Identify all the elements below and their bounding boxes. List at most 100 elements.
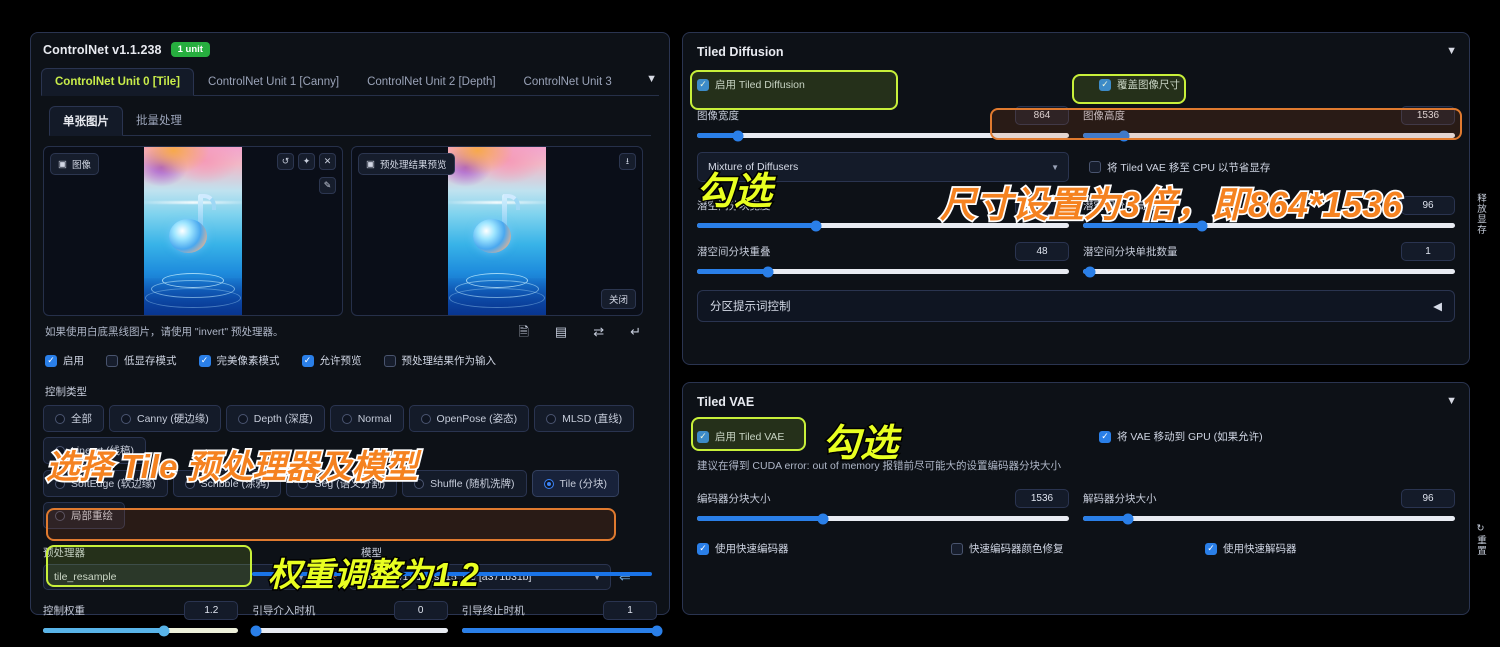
tab-batch[interactable]: 批量处理: [123, 106, 195, 136]
source-image-dropzone[interactable]: ▣ 图像 ↺ ✦ ✕ ✎: [43, 146, 343, 316]
encoder-tile-value[interactable]: 1536: [1015, 489, 1069, 508]
swap-models-icon[interactable]: ⇐: [619, 569, 631, 586]
chevron-down-icon[interactable]: ▼: [1446, 395, 1457, 407]
control-weight-slider[interactable]: 控制权重 1.2: [43, 601, 239, 636]
tab-unit-3[interactable]: ControlNet Unit 3: [510, 68, 626, 96]
tab-unit-1[interactable]: ControlNet Unit 1 [Canny]: [194, 68, 353, 96]
guidance-start-value[interactable]: 0: [393, 601, 448, 620]
checkbox-lowvram[interactable]: 低显存模式: [106, 353, 177, 368]
slider-track[interactable]: [43, 625, 239, 636]
camera-icon[interactable]: ▤: [555, 325, 567, 338]
checkbox-pixel-perfect[interactable]: ✓ 完美像素模式: [198, 353, 280, 368]
latent-tile-height-slider[interactable]: 潜空间分块高度 96: [1083, 196, 1455, 231]
return-icon[interactable]: ↵: [630, 325, 641, 338]
control-type-mlsd[interactable]: MLSD (直线): [534, 405, 635, 432]
slider-track[interactable]: [1083, 513, 1455, 524]
guidance-start-slider[interactable]: 引导介入时机 0: [250, 601, 448, 636]
erase-icon[interactable]: ✦: [298, 153, 315, 170]
guidance-end-slider[interactable]: 引导终止时机 1: [461, 601, 663, 636]
chevron-down-icon[interactable]: ▼: [646, 73, 657, 85]
control-type-softedge[interactable]: SoftEdge (软边缘): [43, 470, 168, 497]
control-type-label: 控制类型: [45, 386, 87, 398]
checkbox-preprocess-as-input[interactable]: 预处理结果作为输入: [383, 353, 496, 368]
image-height-slider[interactable]: 图像高度 1536: [1083, 106, 1455, 141]
tab-unit-2[interactable]: ControlNet Unit 2 [Depth]: [353, 68, 509, 96]
tiled-vae-options: ✓ 使用快速编码器 快速编码器颜色修复 ✓ 使用快速解码器: [697, 541, 1455, 556]
image-areas: ▣ 图像 ↺ ✦ ✕ ✎ ▣ 预处理结果预览 ⭳ 关闭: [43, 146, 657, 316]
control-type-row-2: SoftEdge (软边缘) Scribble (涂鸦) Seg (语义分割) …: [43, 470, 657, 529]
latent-tile-height-value[interactable]: 96: [1401, 196, 1455, 215]
close-icon[interactable]: ✕: [319, 153, 336, 170]
region-prompt-control-accordion[interactable]: 分区提示词控制 ◀: [697, 290, 1455, 322]
control-type-all[interactable]: 全部: [43, 405, 104, 432]
radio-label: 局部重绘: [71, 510, 113, 522]
radio-label: Scribble (涂鸦): [200, 478, 270, 490]
chevron-down-icon[interactable]: ▼: [1446, 45, 1457, 57]
control-type-canny[interactable]: Canny (硬边缘): [109, 405, 221, 432]
tab-unit-0[interactable]: ControlNet Unit 0 [Tile]: [41, 68, 195, 96]
checkbox-enable[interactable]: ✓ 启用: [45, 353, 84, 368]
file-icon[interactable]: 🗎: [518, 325, 528, 338]
control-type-tile[interactable]: Tile (分块): [531, 470, 619, 497]
tiling-method-select[interactable]: Mixture of Diffusers ▼: [697, 152, 1069, 182]
latent-tile-overlap-value[interactable]: 48: [1015, 242, 1069, 261]
preprocess-preview-box[interactable]: ▣ 预处理结果预览 ⭳ 关闭: [351, 146, 643, 316]
slider-track[interactable]: [697, 220, 1069, 231]
control-type-normal[interactable]: Normal: [329, 405, 404, 432]
checkbox-move-vae-to-gpu[interactable]: ✓ 将 VAE 移动到 GPU (如果允许): [1099, 429, 1263, 444]
checkbox-fast-decoder[interactable]: ✓ 使用快速解码器: [1205, 541, 1297, 556]
slider-track[interactable]: [1083, 266, 1455, 277]
slider-track[interactable]: [250, 625, 448, 636]
control-type-scribble[interactable]: Scribble (涂鸦): [172, 470, 282, 497]
free-vram-button[interactable]: 释放显存: [1475, 193, 1486, 235]
checkbox-fast-encoder-color-fix[interactable]: 快速编码器颜色修复: [951, 541, 1205, 556]
checkbox-fast-encoder[interactable]: ✓ 使用快速编码器: [697, 541, 951, 556]
controlnet-panel: ControlNet v1.1.238 1 unit ▼ ControlNet …: [30, 32, 670, 636]
latent-tile-overlap-slider[interactable]: 潜空间分块重叠 48: [697, 242, 1069, 277]
checkbox-label: 启用: [63, 355, 84, 367]
checkbox-box: [106, 354, 118, 367]
tab-single-image[interactable]: 单张图片: [49, 106, 123, 136]
slider-track[interactable]: [461, 625, 663, 636]
control-type-seg[interactable]: Seg (语义分割): [286, 470, 398, 497]
control-type-openpose[interactable]: OpenPose (姿态): [408, 405, 530, 432]
preprocessor-select[interactable]: tile_resample ▼: [43, 564, 315, 590]
guidance-end-label: 引导终止时机: [461, 605, 525, 617]
control-type-lineart[interactable]: Lineart (线稿): [43, 437, 147, 464]
undo-icon[interactable]: ↺: [277, 153, 294, 170]
swap-icon[interactable]: ⇄: [593, 325, 604, 338]
checkbox-move-to-cpu[interactable]: 将 Tiled VAE 移至 CPU 以节省显存: [1089, 160, 1270, 175]
reset-button[interactable]: ↻重置: [1475, 523, 1486, 556]
checkbox-override-image-size[interactable]: ✓ 覆盖图像尺寸: [1099, 77, 1180, 92]
checkbox-enable-tiled-vae[interactable]: ✓ 启用 Tiled VAE: [697, 429, 1099, 444]
guidance-end-value[interactable]: 1: [602, 601, 657, 620]
latent-tile-width-value[interactable]: 96: [1015, 196, 1069, 215]
decoder-tile-value[interactable]: 96: [1401, 489, 1455, 508]
edit-icon[interactable]: ✎: [319, 177, 336, 194]
close-preview-button[interactable]: 关闭: [600, 289, 636, 309]
latent-tile-batch-value[interactable]: 1: [1401, 242, 1455, 261]
slider-track[interactable]: [1083, 220, 1455, 231]
latent-tile-batch-slider[interactable]: 潜空间分块单批数量 1: [1083, 242, 1455, 277]
image-height-value[interactable]: 1536: [1401, 106, 1455, 125]
checkbox-enable-tiled-diffusion[interactable]: ✓ 启用 Tiled Diffusion: [697, 77, 1099, 92]
latent-tile-height-label: 潜空间分块高度: [1083, 200, 1157, 212]
image-width-slider[interactable]: 图像宽度 864: [697, 106, 1069, 141]
control-type-inpaint[interactable]: 局部重绘: [43, 502, 125, 529]
tiled-vae-hint: 建议在得到 CUDA error: out of memory 报错前尽可能大的…: [697, 460, 1062, 472]
run-preprocessor-button[interactable]: ✳: [315, 569, 349, 585]
slider-track[interactable]: [697, 513, 1069, 524]
slider-track[interactable]: [697, 266, 1069, 277]
control-type-depth[interactable]: Depth (深度): [225, 405, 325, 432]
slider-track[interactable]: [1083, 130, 1455, 141]
control-type-shuffle[interactable]: Shuffle (随机洗牌): [402, 470, 527, 497]
slider-track[interactable]: [697, 130, 1069, 141]
latent-tile-width-slider[interactable]: 潜空间分块宽度 96: [697, 196, 1069, 231]
model-select[interactable]: control_v11f1e_sd15_tile [a371b31b] ▼: [349, 564, 611, 590]
decoder-tile-size-slider[interactable]: 解码器分块大小 96: [1083, 489, 1455, 524]
download-icon[interactable]: ⭳: [619, 153, 636, 170]
image-width-value[interactable]: 864: [1015, 106, 1069, 125]
control-weight-value[interactable]: 1.2: [184, 601, 239, 620]
encoder-tile-size-slider[interactable]: 编码器分块大小 1536: [697, 489, 1069, 524]
checkbox-allow-preview[interactable]: ✓ 允许预览: [301, 353, 362, 368]
